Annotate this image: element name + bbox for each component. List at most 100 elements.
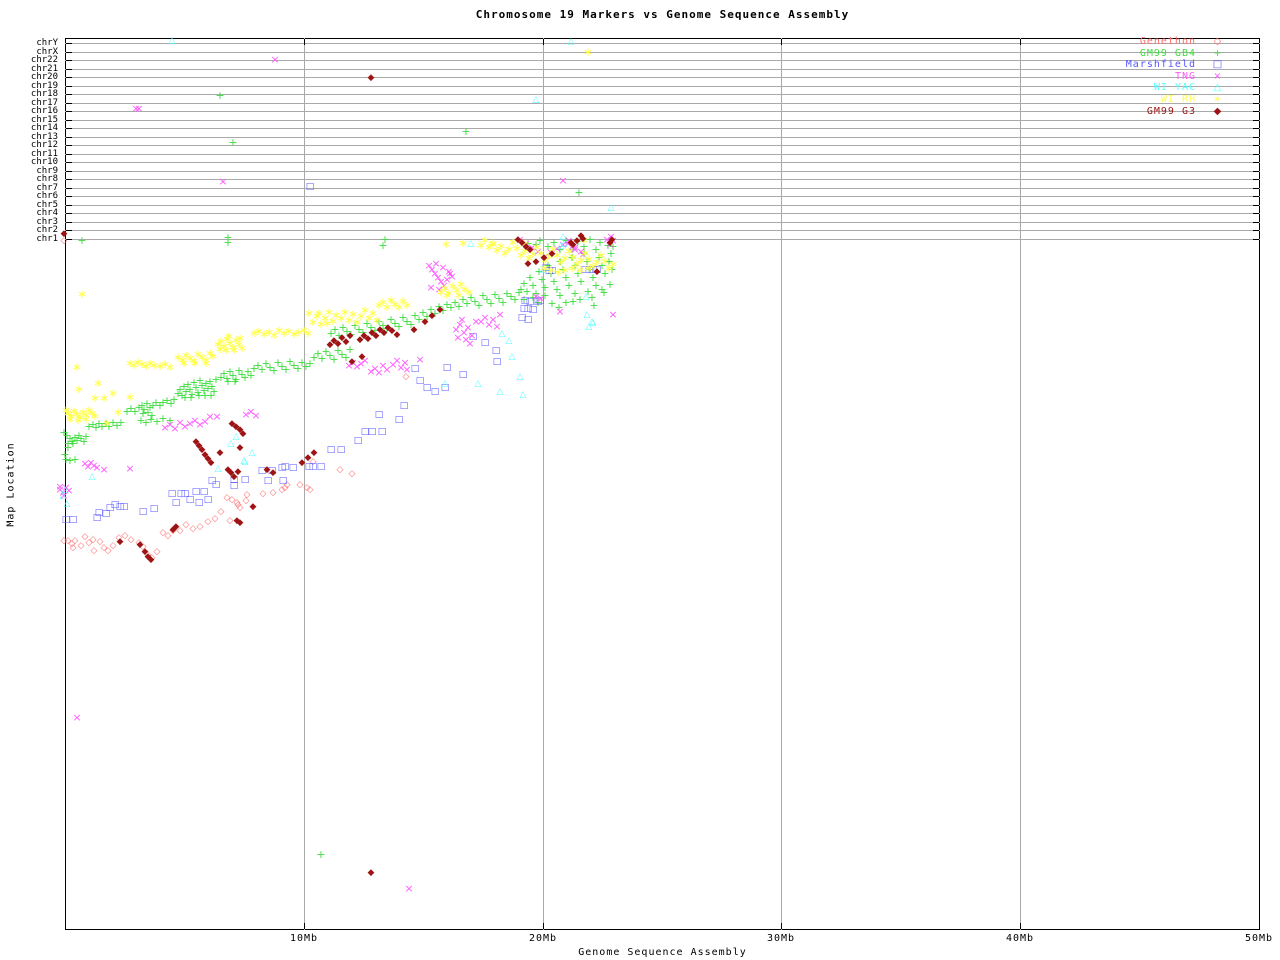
- point-wi-rh: ∗: [107, 387, 119, 399]
- point-wi-yac: △: [57, 490, 69, 502]
- point-wi-yac: △: [514, 371, 526, 383]
- y-tick-right: [1253, 222, 1259, 223]
- x-tick-bottom: [1020, 923, 1021, 929]
- y-axis-label: Map Location: [6, 435, 17, 535]
- legend-row: Marshfield □: [1000, 59, 1240, 71]
- y-tick-right: [1253, 111, 1259, 112]
- point-wi-rh: ∗: [401, 299, 413, 311]
- y-tick-left: [66, 171, 72, 172]
- point-tng: ×: [403, 883, 415, 895]
- y-tick-right: [1253, 128, 1259, 129]
- x-tick-label: 40Mb: [990, 933, 1050, 944]
- point-wi-rh: ∗: [228, 344, 240, 356]
- point-gm99-gb4: +: [604, 279, 616, 291]
- point-tng: ×: [250, 410, 262, 422]
- point-wi-yac: △: [439, 378, 451, 390]
- legend-label: TNG: [1175, 71, 1196, 83]
- y-tick-left: [66, 196, 72, 197]
- y-tick-right: [1253, 77, 1259, 78]
- legend-marker-icon: ◇: [1210, 36, 1226, 48]
- point-marshfield: □: [457, 369, 469, 381]
- point-wi-rh: ∗: [80, 413, 92, 425]
- legend-label: Marshfield: [1126, 59, 1196, 71]
- point-wi-yac: △: [86, 471, 98, 483]
- point-wi-yac: △: [565, 36, 577, 48]
- legend-marker-icon: ∗: [1210, 94, 1226, 106]
- x-tick-label: 30Mb: [751, 933, 811, 944]
- point-gm99-gb4: +: [227, 137, 239, 149]
- chromosome-gridline: [65, 230, 1260, 231]
- point-wi-yac: △: [517, 389, 529, 401]
- point-gm99-g3: ◆: [247, 501, 259, 513]
- y-tick-left: [66, 94, 72, 95]
- point-wi-yac: △: [530, 94, 542, 106]
- point-marshfield: □: [335, 444, 347, 456]
- point-tng: ×: [98, 464, 110, 476]
- y-tick-left: [66, 205, 72, 206]
- point-wi-rh: ∗: [76, 288, 88, 300]
- y-tick-right: [1253, 145, 1259, 146]
- point-tng: ×: [401, 364, 413, 376]
- point-gm99-g3: ◆: [234, 517, 246, 529]
- point-marshfield: □: [210, 479, 222, 491]
- point-wi-yac: △: [494, 386, 506, 398]
- point-tng: ×: [456, 314, 468, 326]
- point-gm99-g3: ◆: [58, 228, 70, 240]
- point-tng: ×: [464, 338, 476, 350]
- x-gridline: [543, 38, 544, 930]
- point-gm99-gb4: +: [567, 296, 579, 308]
- y-tick-left: [66, 77, 72, 78]
- y-tick-left: [66, 103, 72, 104]
- point-wi-rh: ∗: [73, 383, 85, 395]
- point-gm99-g3: ◆: [365, 72, 377, 84]
- legend-marker-icon: +: [1210, 48, 1226, 60]
- point-wi-rh: ∗: [101, 417, 113, 429]
- chart-title: Chromosome 19 Markers vs Genome Sequence…: [65, 8, 1260, 21]
- y-tick-right: [1253, 188, 1259, 189]
- point-gm99-gb4: +: [76, 235, 88, 247]
- y-tick-left: [66, 145, 72, 146]
- y-tick-right: [1253, 213, 1259, 214]
- y-tick-left: [66, 179, 72, 180]
- point-marshfield: □: [304, 181, 316, 193]
- legend-label: GM99 GB4: [1140, 48, 1196, 60]
- chromosome-gridline: [65, 145, 1260, 146]
- x-tick-top: [304, 39, 305, 45]
- point-wi-rh: ∗: [487, 238, 499, 250]
- point-wi-yac: △: [166, 35, 178, 47]
- y-tick-right: [1253, 120, 1259, 121]
- point-wi-rh: ∗: [582, 46, 594, 58]
- point-marshfield: □: [491, 356, 503, 368]
- point-wi-rh: ∗: [313, 307, 325, 319]
- legend-label: WI RH: [1161, 94, 1196, 106]
- x-tick-label: 10Mb: [274, 933, 334, 944]
- point-wi-yac: △: [503, 335, 515, 347]
- point-gm99-g3: ◆: [591, 266, 603, 278]
- y-tick-left: [66, 128, 72, 129]
- x-tick-label: 20Mb: [513, 933, 573, 944]
- point-gm99-g3: ◆: [114, 536, 126, 548]
- point-marshfield: □: [202, 494, 214, 506]
- x-tick-bottom: [543, 923, 544, 929]
- point-gm99-gb4: +: [377, 240, 389, 252]
- y-tick-left: [66, 162, 72, 163]
- chromosome-gridline: [65, 213, 1260, 214]
- point-tng: ×: [607, 309, 619, 321]
- y-tick-left: [66, 222, 72, 223]
- y-tick-left: [66, 69, 72, 70]
- point-tng: ×: [535, 293, 547, 305]
- point-gm99-gb4: +: [214, 90, 226, 102]
- point-tng: ×: [71, 712, 83, 724]
- y-tick-right: [1253, 86, 1259, 87]
- chromosome-gridline: [65, 222, 1260, 223]
- point-marshfield: □: [522, 314, 534, 326]
- y-tick-left: [66, 120, 72, 121]
- point-gm99-gb4: +: [460, 126, 472, 138]
- chart-page: Chromosome 19 Markers vs Genome Sequence…: [0, 0, 1280, 960]
- point-gm99-g3: ◆: [170, 521, 182, 533]
- point-tng: ×: [211, 411, 223, 423]
- legend-marker-icon: □: [1210, 59, 1226, 71]
- point-gm99-g3: ◆: [356, 351, 368, 363]
- point-tng: ×: [557, 175, 569, 187]
- y-tick-right: [1253, 60, 1259, 61]
